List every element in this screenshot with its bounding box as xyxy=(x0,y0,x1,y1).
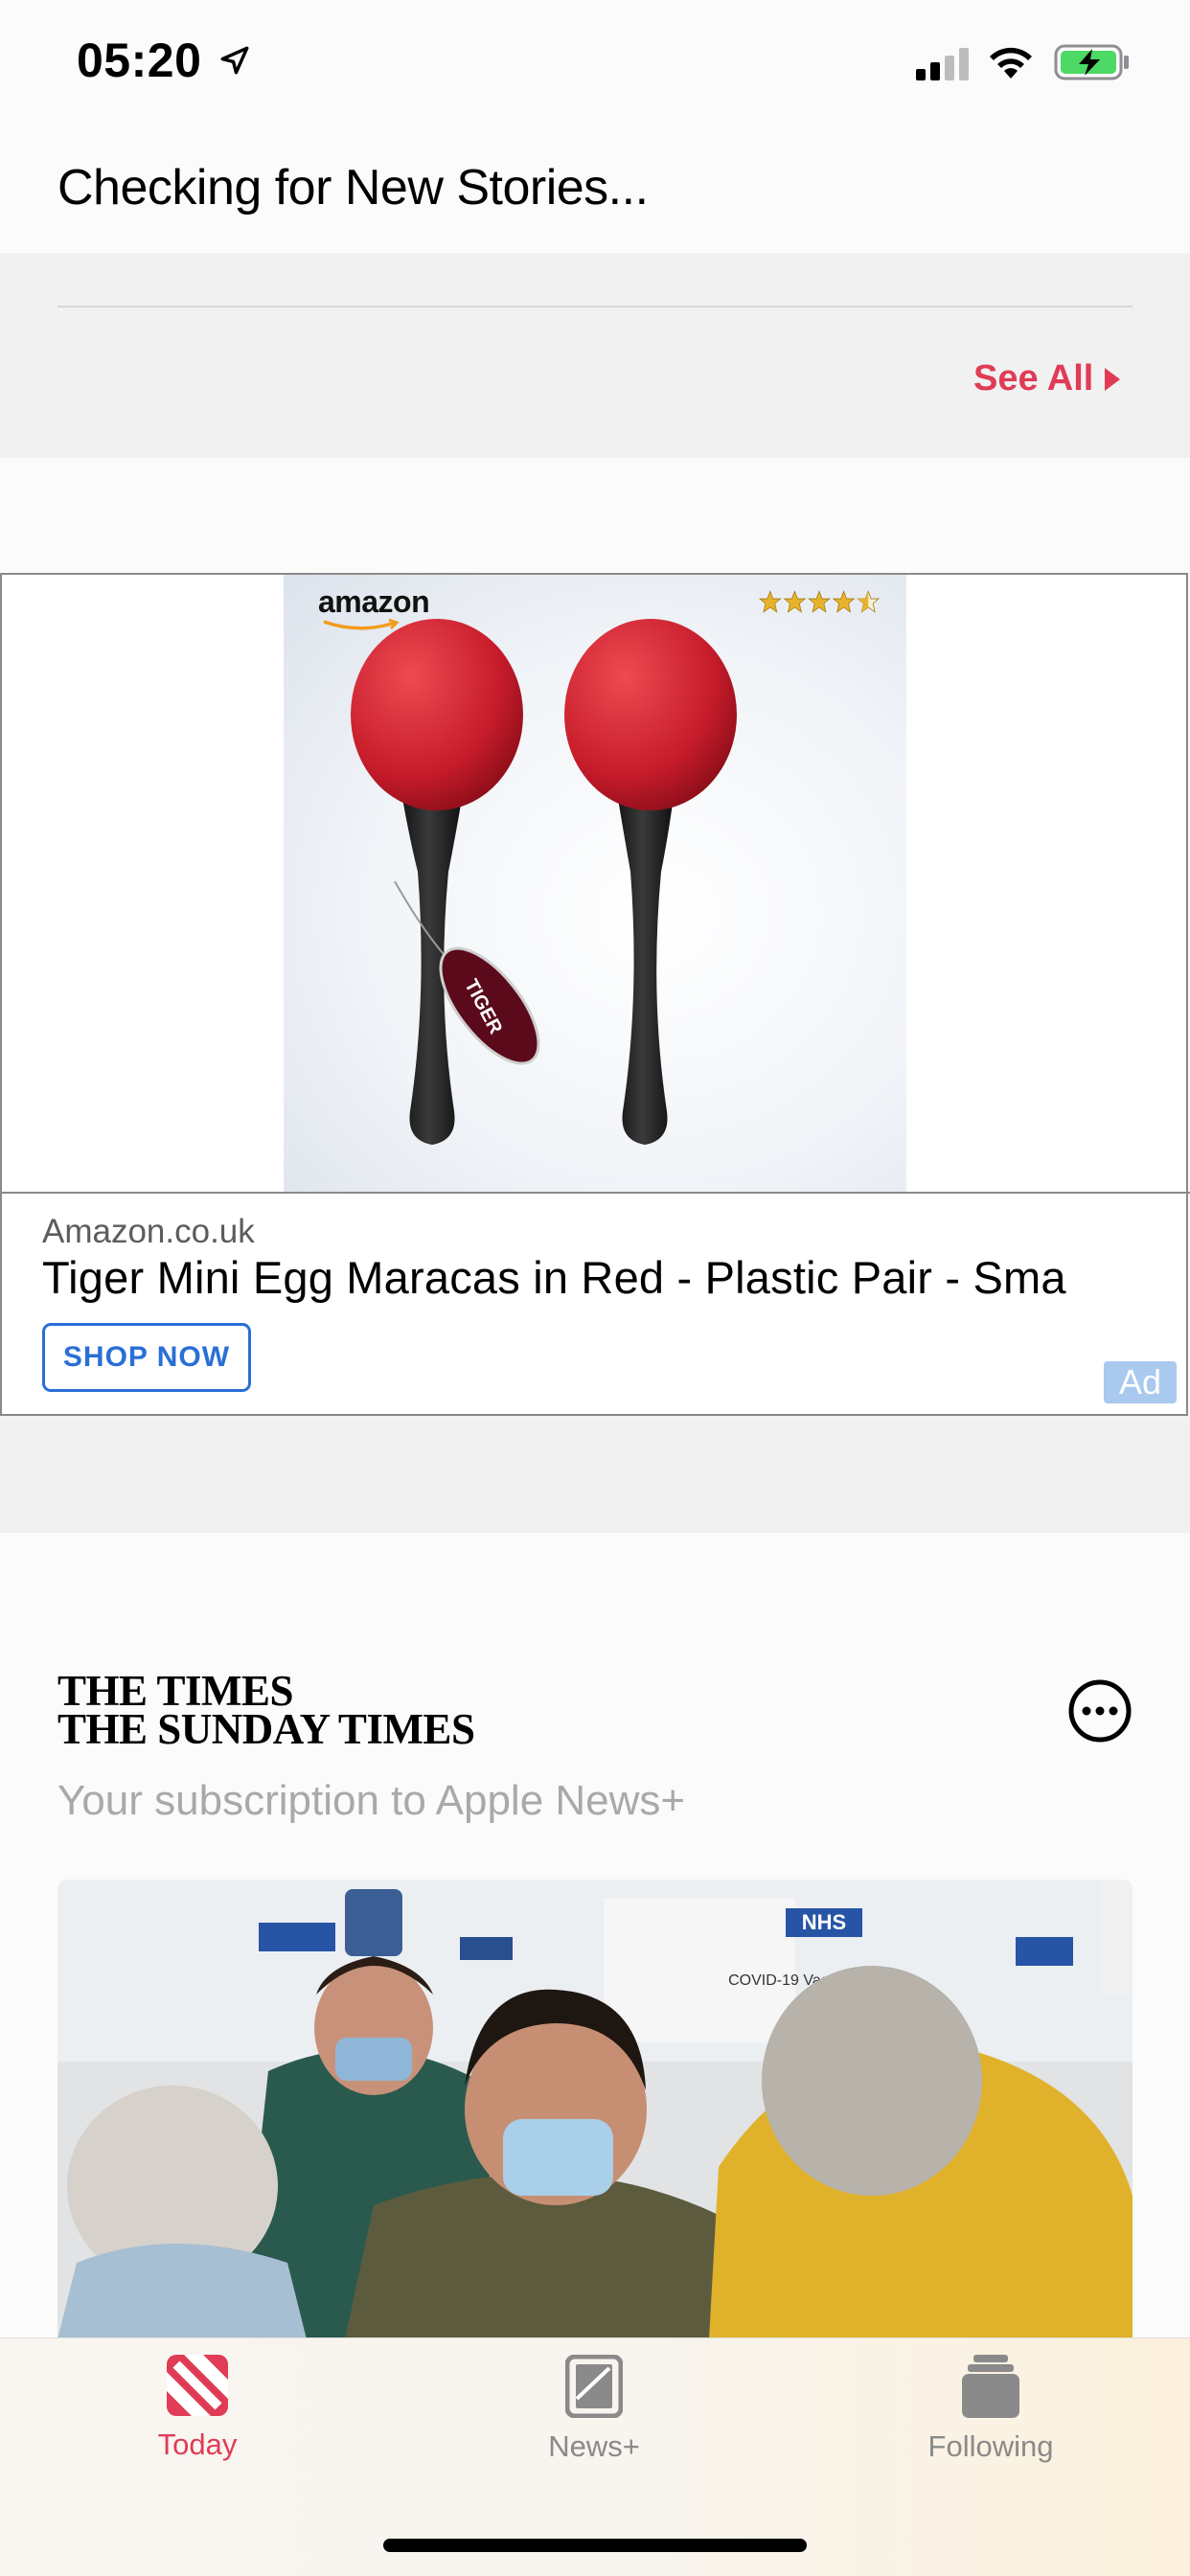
tab-following-label: Following xyxy=(927,2429,1054,2463)
tab-today-label: Today xyxy=(157,2428,238,2461)
home-indicator[interactable] xyxy=(383,2539,807,2552)
page-title: Checking for New Stories... xyxy=(57,160,649,216)
following-icon xyxy=(962,2355,1019,2418)
publisher-logo-line2: THE SUNDAY TIMES xyxy=(57,1705,475,1753)
news-icon xyxy=(167,2355,228,2416)
ellipsis-circle-icon[interactable] xyxy=(1066,1677,1133,1744)
see-all-link[interactable]: See All xyxy=(973,358,1122,399)
maracas-illustration: TIGER xyxy=(351,619,737,1145)
ad-title[interactable]: Tiger Mini Egg Maracas in Red - Plastic … xyxy=(42,1251,1173,1304)
publisher-logo-line1: THE TIMES xyxy=(57,1667,294,1715)
triangle-right-icon xyxy=(1105,367,1121,391)
cellular-signal-icon xyxy=(916,48,969,80)
ad-domain: Amazon.co.uk xyxy=(42,1213,255,1250)
location-arrow-icon xyxy=(220,46,249,75)
ad-product-image[interactable]: amazon TIGER xyxy=(284,575,906,1192)
tab-following[interactable]: Following xyxy=(866,2355,1115,2464)
divider xyxy=(57,306,1133,308)
publisher-logo[interactable]: THE TIMES THE SUNDAY TIMES xyxy=(57,1667,475,1753)
section-band xyxy=(0,1416,1190,1533)
ad-badge: Ad xyxy=(1104,1361,1177,1403)
tab-news-plus-label: News+ xyxy=(548,2429,640,2463)
see-all-label: See All xyxy=(973,358,1094,399)
nhs-sign-text: NHS xyxy=(802,1910,846,1934)
tab-news-plus[interactable]: News+ xyxy=(469,2355,719,2464)
news-plus-icon xyxy=(565,2355,623,2418)
vaccination-photo-illustration: NHS COVID-19 Vaccination xyxy=(57,1880,1133,2339)
wifi-icon xyxy=(990,47,1032,79)
shop-now-button[interactable]: SHOP NOW xyxy=(42,1323,251,1392)
status-time: 05:20 xyxy=(77,34,202,87)
ad-separator xyxy=(0,1192,1190,1194)
story-photo[interactable]: NHS COVID-19 Vaccination xyxy=(57,1880,1133,2339)
tab-today[interactable]: Today xyxy=(73,2355,322,2462)
publisher-subtitle: Your subscription to Apple News+ xyxy=(57,1777,686,1824)
section-band xyxy=(0,253,1190,458)
battery-charging-icon xyxy=(1054,44,1129,80)
